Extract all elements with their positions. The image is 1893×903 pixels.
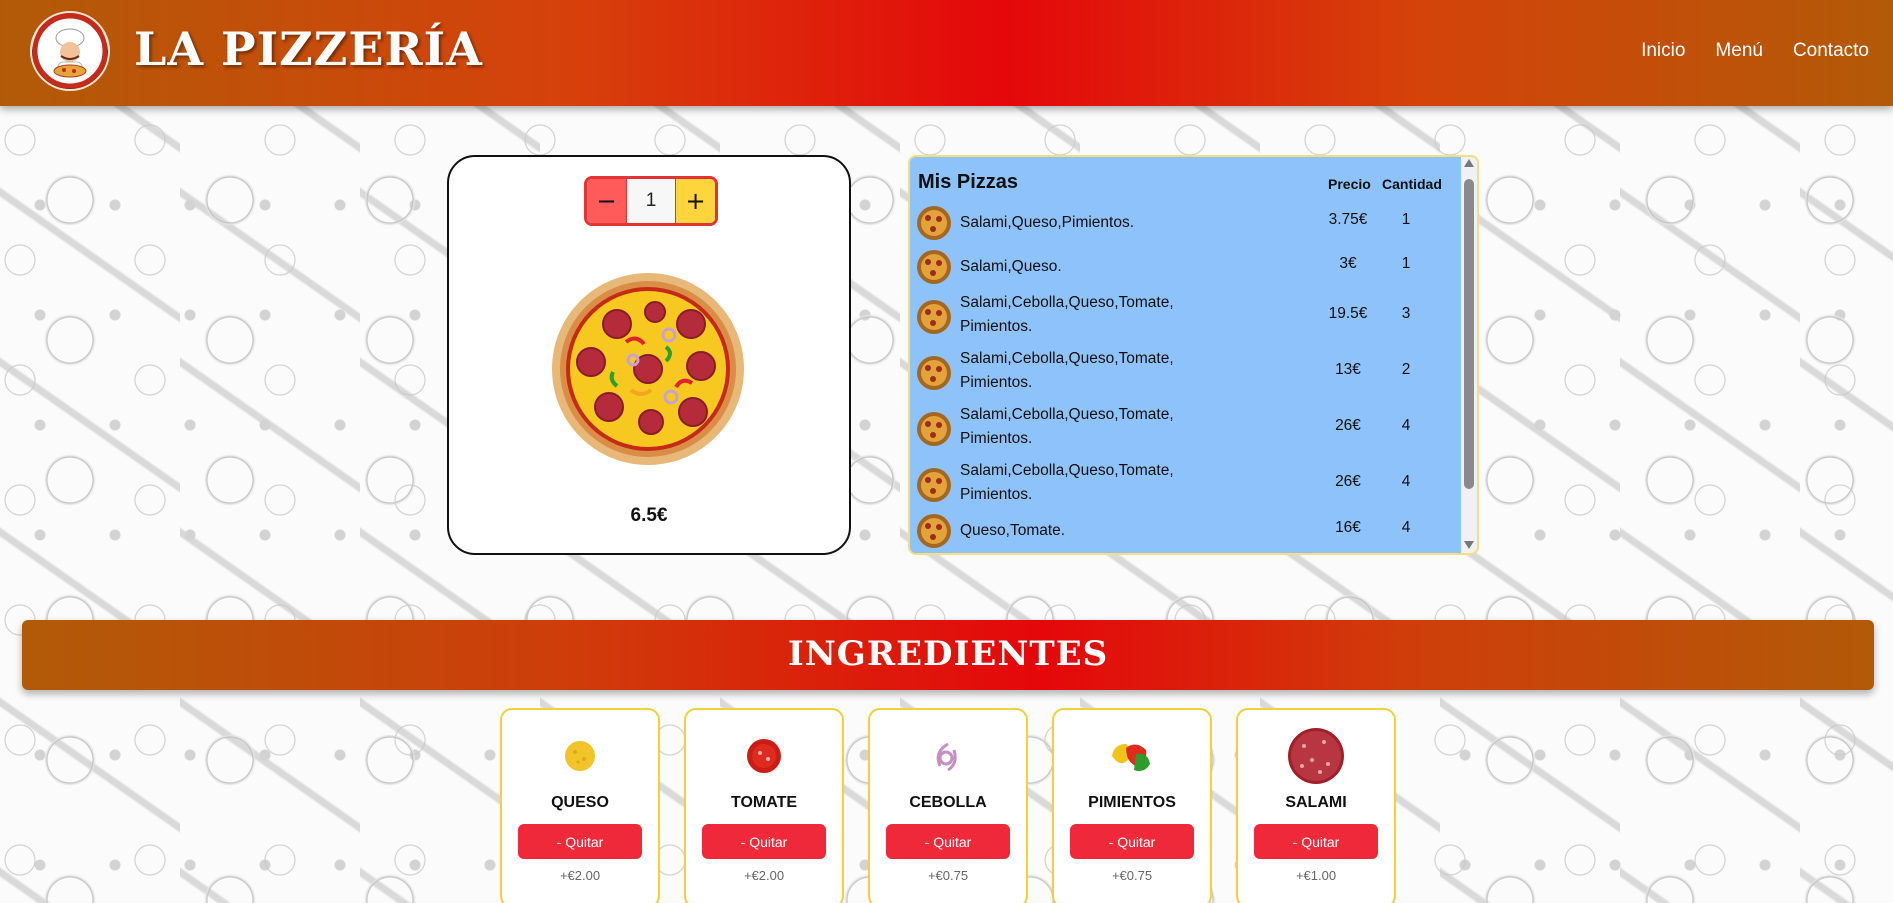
chef-logo[interactable] [30,11,110,91]
salami-icon [1288,728,1344,784]
site-header: LA PIZZERÍA Inicio Menú Contacto [0,0,1893,106]
pizza-row-price: 3€ [1339,255,1357,272]
pizza-ingredients: Salami,Queso. [960,258,1062,275]
quitar-button[interactable]: - Quitar [1070,824,1194,859]
pizza-ingredients: Salami,Queso,Pimientos. [960,214,1135,231]
ingredient-price: +€2.00 [559,868,601,883]
pizza-row-quantity: 4 [1401,519,1411,536]
ingredient-name: PIMIENTOS [1088,794,1176,811]
pizza-order-row[interactable]: Salami,Queso. 3€ 1 [916,243,1456,291]
scrollbar-thumb[interactable] [1464,179,1474,489]
pizza-row-price: 13€ [1335,361,1361,378]
pizza-row-price: 26€ [1335,417,1361,434]
ingredient-card-salami: SALAMI - Quitar +€1.00 [1236,708,1396,903]
pizza-ingredients: Salami,Cebolla,Queso,Tomate, Pimientos. [960,294,1174,335]
pizza-thumbnail [917,514,951,548]
pizza-row-quantity: 4 [1401,473,1411,490]
pizza-row-quantity: 2 [1401,361,1411,378]
quitar-button[interactable]: - Quitar [886,824,1010,859]
pizza-row-price: 3.75€ [1328,211,1368,228]
pizza-order-row[interactable]: Queso,Tomate. 16€ 4 [916,511,1456,553]
panel-scrollbar[interactable] [1461,157,1477,553]
pizza-thumbnail [917,356,951,390]
pepper-icon [1112,744,1150,772]
nav-menu[interactable]: Menú [1715,40,1763,62]
ingredient-card-cebolla: CEBOLLA - Quitar +€0.75 [868,708,1028,903]
ingredient-card-queso: QUESO - Quitar +€2.00 [500,708,660,903]
ingredient-name: TOMATE [730,794,798,811]
onion-icon [936,742,957,772]
ingredient-name: CEBOLLA [909,794,987,811]
pizza-order-row[interactable]: Salami,Cebolla,Queso,Tomate, Pimientos. … [916,399,1456,447]
panel-header: Mis Pizzas Precio Cantidad [918,171,1458,201]
pizza-ingredients: Salami,Cebolla,Queso,Tomate, Pimientos. [960,350,1174,391]
mis-pizzas-panel: Mis Pizzas Precio Cantidad Salami,Queso,… [908,155,1479,555]
pizza-row-quantity: 4 [1401,417,1411,434]
main-nav: Inicio Menú Contacto [1641,40,1869,62]
scroll-up-arrow-icon[interactable] [1464,159,1474,167]
quitar-button[interactable]: - Quitar [1254,824,1378,859]
pizza-ingredients: Queso,Tomate. [960,522,1066,539]
ingredientes-banner: INGREDIENTES [22,620,1874,690]
panel-title: Mis Pizzas [918,171,1019,193]
pizza-row-quantity: 1 [1401,255,1411,272]
brand-title: LA PIZZERÍA [134,22,483,76]
pizza-order-row[interactable]: Salami,Cebolla,Queso,Tomate, Pimientos. … [916,343,1456,391]
pizza-row-price: 19.5€ [1328,305,1368,322]
pizza-row-quantity: 1 [1401,211,1411,228]
cheese-icon [565,741,595,771]
scroll-down-arrow-icon[interactable] [1464,541,1474,549]
quitar-button[interactable]: - Quitar [702,824,826,859]
column-header-precio: Precio [1328,176,1371,192]
ingredient-card-pimientos: PIMIENTOS - Quitar +€0.75 [1052,708,1212,903]
pizza-row-price: 26€ [1335,473,1361,490]
nav-contacto[interactable]: Contacto [1793,40,1869,62]
tomato-icon [747,739,781,773]
quantity-value[interactable]: 1 [627,179,675,223]
ingredient-price: +€0.75 [1111,868,1153,883]
ingredient-name: SALAMI [1285,794,1347,811]
ingredient-price: +€0.75 [927,868,969,883]
pizza-preview-image [552,273,744,465]
ingredient-name: QUESO [551,794,609,811]
ingredientes-title: INGREDIENTES [787,634,1109,674]
quantity-stepper: − 1 + [584,176,718,226]
pizza-thumbnail [917,250,951,284]
pizza-ingredients: Salami,Cebolla,Queso,Tomate, Pimientos. [960,406,1174,447]
ingredient-price: +€2.00 [743,868,785,883]
pizza-thumbnail [917,412,951,446]
decrement-button[interactable]: − [587,179,627,223]
pizza-thumbnail [917,300,951,334]
pizza-ingredients: Salami,Cebolla,Queso,Tomate, Pimientos. [960,462,1174,503]
ingredient-price: +€1.00 [1295,868,1337,883]
pizza-order-row[interactable]: Salami,Queso,Pimientos. 3.75€ 1 [916,199,1456,247]
pizza-order-row[interactable]: Salami,Cebolla,Queso,Tomate, Pimientos. … [916,455,1456,503]
pizza-row-quantity: 3 [1401,305,1411,322]
pizza-thumbnail [917,206,951,240]
column-header-cantidad: Cantidad [1382,176,1442,192]
pizza-thumbnail [917,468,951,502]
pizza-builder-card: − 1 + 6.5€ [447,155,851,555]
pizza-order-row[interactable]: Salami,Cebolla,Queso,Tomate, Pimientos. … [916,287,1456,335]
nav-inicio[interactable]: Inicio [1641,40,1685,62]
pizza-row-price: 16€ [1335,519,1361,536]
pizza-price: 6.5€ [630,505,668,526]
ingredient-card-tomate: TOMATE - Quitar +€2.00 [684,708,844,903]
quitar-button[interactable]: - Quitar [518,824,642,859]
increment-button[interactable]: + [675,179,715,223]
